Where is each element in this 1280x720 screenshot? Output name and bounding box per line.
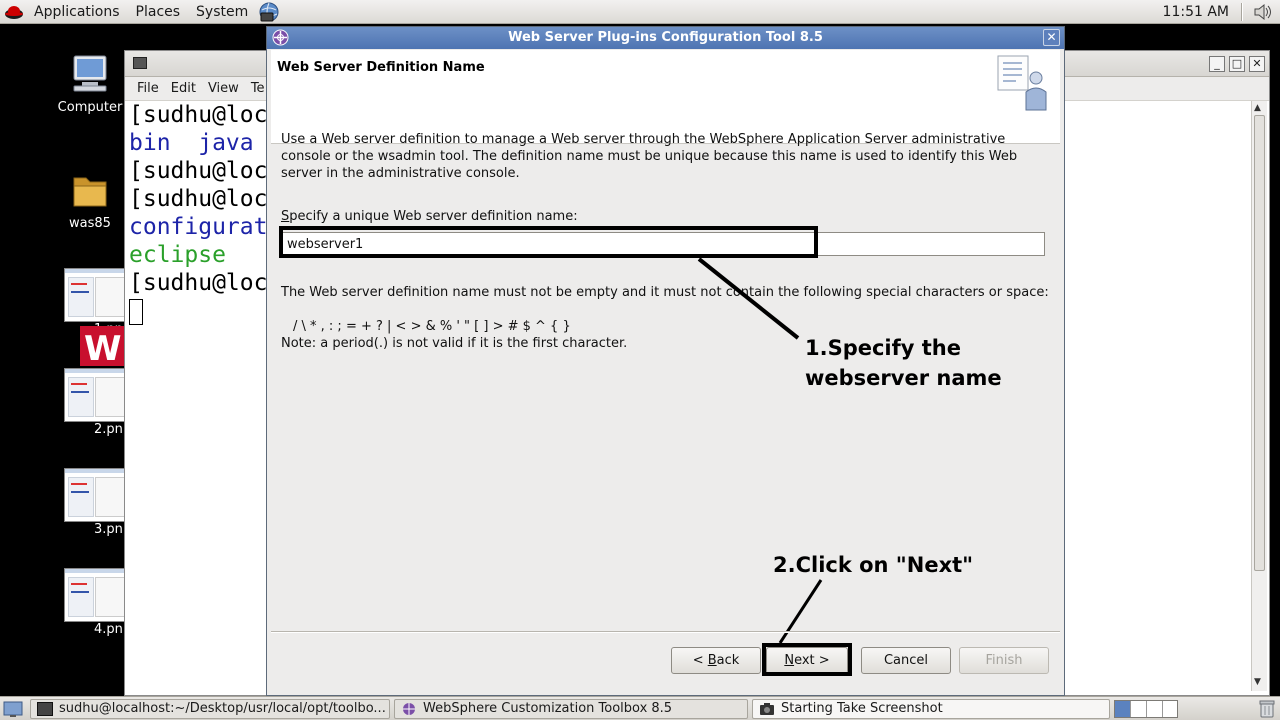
menu-places[interactable]: Places — [128, 0, 189, 24]
folder-icon — [73, 177, 107, 207]
scrollbar-thumb[interactable] — [1254, 115, 1265, 571]
terminal-cursor — [129, 298, 143, 325]
cancel-button[interactable]: Cancel — [861, 647, 951, 674]
redhat-icon[interactable] — [4, 4, 24, 20]
app-logo-icon[interactable]: W — [80, 326, 126, 369]
network-globe-icon[interactable] — [258, 1, 280, 23]
thumbnail-icon[interactable] — [64, 568, 126, 622]
wizard-person-icon — [997, 55, 1047, 111]
maximize-button[interactable]: □ — [1229, 56, 1245, 72]
dialog-title: Web Server Plug-ins Configuration Tool 8… — [508, 30, 823, 45]
computer-icon — [73, 55, 107, 92]
page-description: Use a Web server definition to manage a … — [281, 132, 1018, 181]
desktop-icon-was85[interactable]: was85 — [54, 172, 126, 231]
desktop-icon-label: was85 — [69, 216, 111, 231]
definition-name-input[interactable] — [281, 232, 1045, 256]
page-title: Web Server Definition Name — [277, 60, 485, 75]
finish-button[interactable]: Finish — [959, 647, 1049, 674]
trash-icon[interactable] — [1258, 698, 1276, 719]
task-screenshot[interactable]: Starting Take Screenshot — [752, 699, 1110, 719]
menu-applications[interactable]: Applications — [26, 0, 128, 24]
websphere-icon — [272, 29, 289, 46]
thumbnail-icon[interactable] — [64, 368, 126, 422]
workspace-3[interactable] — [1147, 701, 1163, 717]
thumbnail-icon[interactable] — [64, 268, 126, 322]
desktop-screen: Applications Places System 11:51 AM Comp… — [0, 0, 1280, 720]
task-label: sudhu@localhost:~/Desktop/usr/local/opt/… — [59, 701, 386, 716]
button-separator — [271, 631, 1060, 633]
special-characters-text: / \ * , : ; = + ? | < > & % ' " [ ] > # … — [293, 319, 571, 334]
top-panel: Applications Places System 11:51 AM — [0, 0, 1280, 24]
task-label: WebSphere Customization Toolbox 8.5 — [423, 701, 673, 716]
workspace-4[interactable] — [1163, 701, 1179, 717]
scroll-down-icon[interactable]: ▼ — [1254, 677, 1261, 687]
desktop-icon-label: Computer — [57, 100, 123, 115]
terminal-icon — [37, 702, 53, 716]
close-button[interactable]: ✕ — [1249, 56, 1265, 72]
desktop-icon-computer[interactable]: Computer — [54, 54, 126, 115]
clock[interactable]: 11:51 AM — [1163, 0, 1229, 24]
panel-separator — [1241, 3, 1243, 21]
camera-icon — [760, 703, 774, 715]
svg-text:W: W — [84, 329, 122, 366]
show-desktop-icon[interactable] — [2, 699, 24, 719]
workspace-2[interactable] — [1131, 701, 1147, 717]
menu-edit[interactable]: Edit — [165, 81, 202, 96]
volume-icon[interactable] — [1252, 2, 1274, 22]
minimize-button[interactable]: _ — [1209, 56, 1225, 72]
terminal-icon — [133, 57, 147, 69]
task-label: Starting Take Screenshot — [781, 701, 943, 716]
dialog-titlebar[interactable]: Web Server Plug-ins Configuration Tool 8… — [267, 27, 1064, 49]
dialog-header: Web Server Definition Name — [271, 50, 1060, 144]
plugin-config-dialog[interactable]: Web Server Plug-ins Configuration Tool 8… — [266, 26, 1065, 696]
dialog-close-button[interactable]: ✕ — [1043, 29, 1060, 46]
scroll-up-icon[interactable]: ▲ — [1254, 103, 1261, 113]
definition-name-label: Specify a unique Web server definition n… — [281, 209, 578, 224]
task-websphere[interactable]: WebSphere Customization Toolbox 8.5 — [394, 699, 748, 719]
annotation-step2: 2.Click on "Next" — [773, 553, 974, 577]
websphere-icon — [403, 703, 415, 715]
task-terminal[interactable]: sudhu@localhost:~/Desktop/usr/local/opt/… — [30, 699, 390, 719]
menu-file[interactable]: File — [131, 81, 165, 96]
menu-view[interactable]: View — [202, 81, 245, 96]
next-button[interactable]: Next > — [766, 647, 848, 674]
terminal-scrollbar[interactable]: ▲ ▼ — [1251, 101, 1267, 691]
naming-rule-text: The Web server definition name must not … — [281, 285, 1049, 300]
thumbnail-icon[interactable] — [64, 468, 126, 522]
workspace-switcher[interactable] — [1114, 700, 1178, 718]
back-button[interactable]: < Back — [671, 647, 761, 674]
workspace-1[interactable] — [1115, 701, 1131, 717]
annotation-step1: 1.Specify the webserver name — [805, 336, 1002, 390]
period-note-text: Note: a period(.) is not valid if it is … — [281, 336, 628, 351]
menu-system[interactable]: System — [188, 0, 256, 24]
bottom-panel: sudhu@localhost:~/Desktop/usr/local/opt/… — [0, 696, 1280, 720]
